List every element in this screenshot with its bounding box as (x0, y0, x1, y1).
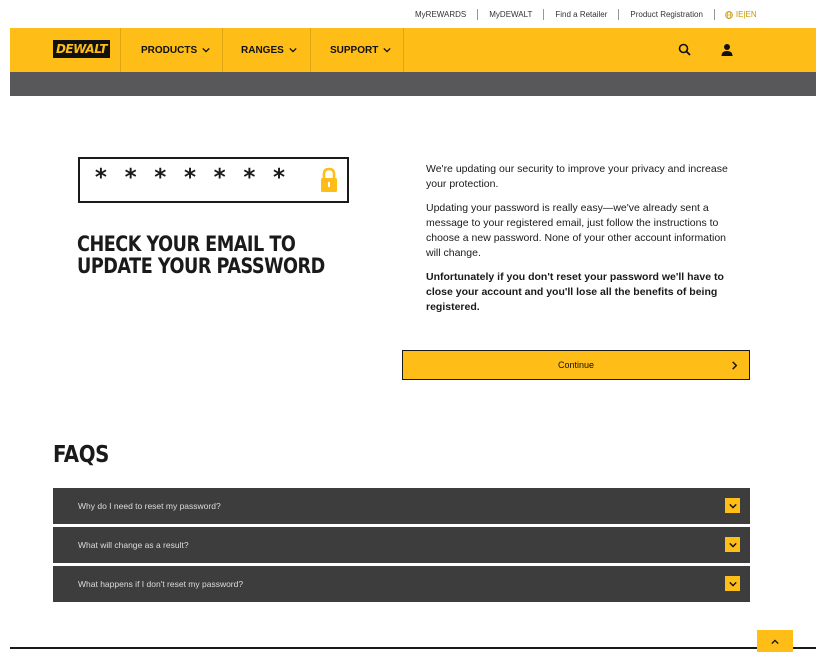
chevron-down-icon (728, 542, 737, 548)
continue-label: Continue (557, 360, 595, 370)
continue-button[interactable]: Continue (402, 350, 750, 380)
chevron-down-icon (383, 47, 391, 53)
nav-products[interactable]: PRODUCTS (141, 28, 210, 72)
back-to-top-button[interactable] (757, 630, 793, 652)
nav-divider (310, 28, 311, 72)
faq-toggle[interactable] (725, 498, 740, 513)
page-headline: CHECK YOUR EMAIL TO UPDATE YOUR PASSWORD (77, 232, 325, 278)
search-icon[interactable] (676, 41, 694, 59)
nav-products-label: PRODUCTS (141, 44, 198, 56)
myrewards-link[interactable]: MyREWARDS (404, 10, 477, 20)
copy-warning: Unfortunately if you don't reset your pa… (426, 271, 724, 313)
headline-line: CHECK YOUR EMAIL TO (77, 232, 296, 256)
headline-line: UPDATE YOUR PASSWORD (77, 254, 325, 278)
chevron-down-icon (202, 47, 210, 53)
utility-bar: MyREWARDS MyDEWALT Find a Retailer Produ… (0, 0, 816, 28)
faq-list: Why do I need to reset my password? What… (53, 488, 750, 605)
chevron-down-icon (728, 581, 737, 587)
chevron-right-icon (732, 361, 738, 370)
faq-item[interactable]: What happens if I don't reset my passwor… (53, 566, 750, 602)
faq-item[interactable]: Why do I need to reset my password? (53, 488, 750, 524)
footer-divider (10, 647, 816, 649)
utility-links: MyREWARDS MyDEWALT Find a Retailer Produ… (404, 9, 757, 20)
nav-divider (403, 28, 404, 72)
language-label: IE|EN (735, 10, 757, 19)
faq-title: FAQS (53, 442, 109, 468)
faq-toggle[interactable] (725, 537, 740, 552)
nav-support-label: SUPPORT (330, 44, 379, 56)
dewalt-logo[interactable]: DEWALT (53, 40, 110, 58)
account-icon[interactable] (718, 41, 736, 59)
nav-ranges-label: RANGES (241, 44, 284, 56)
faq-question: What will change as a result? (78, 540, 189, 550)
product-registration-link[interactable]: Product Registration (619, 10, 713, 20)
nav-divider (222, 28, 223, 72)
find-retailer-link[interactable]: Find a Retailer (544, 10, 618, 20)
password-illustration: * * * * * * * (78, 157, 349, 203)
nav-support[interactable]: SUPPORT (330, 28, 391, 72)
faq-question: What happens if I don't reset my passwor… (78, 579, 244, 589)
faq-item[interactable]: What will change as a result? (53, 527, 750, 563)
faq-question: Why do I need to reset my password? (78, 501, 221, 511)
logo-text: DEWALT (55, 42, 108, 56)
chevron-up-icon (771, 639, 779, 645)
mydewalt-link[interactable]: MyDEWALT (478, 10, 543, 20)
info-copy: We're updating our security to improve y… (426, 162, 741, 324)
nav-divider (120, 28, 121, 72)
copy-paragraph: We're updating our security to improve y… (426, 163, 728, 190)
language-selector[interactable]: IE|EN (715, 10, 757, 19)
globe-icon (725, 10, 733, 19)
nav-ranges[interactable]: RANGES (241, 28, 297, 72)
copy-paragraph: Updating your password is really easy—we… (426, 202, 727, 259)
faq-toggle[interactable] (725, 576, 740, 591)
main-nav: DEWALT PRODUCTS RANGES SUPPORT (10, 28, 816, 72)
chevron-down-icon (728, 503, 737, 509)
subnav-band (10, 72, 816, 96)
chevron-down-icon (289, 47, 297, 53)
password-mask: * * * * * * * (94, 165, 288, 191)
lock-icon (321, 167, 337, 192)
